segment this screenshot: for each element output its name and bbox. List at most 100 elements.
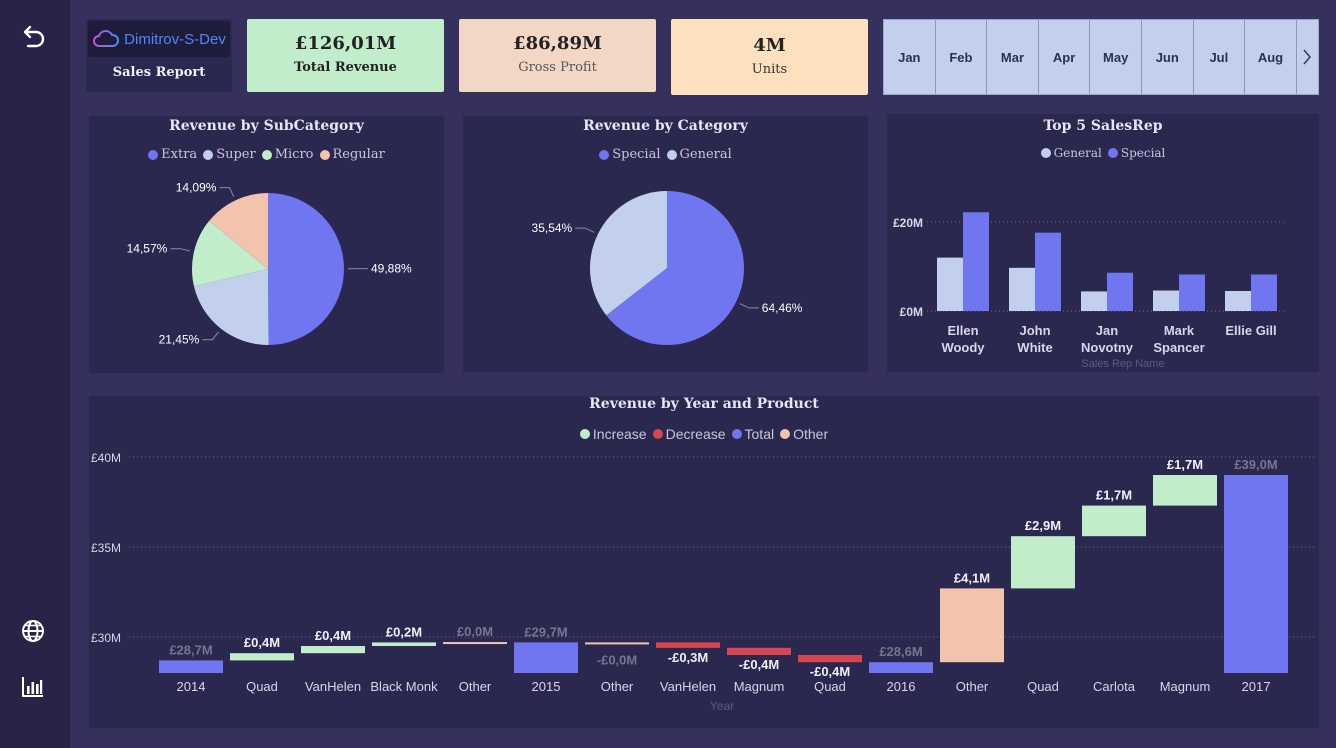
- bar-general[interactable]: [1009, 267, 1035, 311]
- x-tick-label: Magnum: [734, 679, 785, 694]
- globe-icon[interactable]: [18, 616, 48, 646]
- waterfall-bar[interactable]: [1224, 475, 1288, 673]
- x-tick-label: Mark: [1164, 323, 1195, 338]
- waterfall-bar[interactable]: [940, 588, 1004, 663]
- waterfall-bar[interactable]: [230, 653, 294, 661]
- category-panel: Revenue by Category Special General 64,4…: [463, 116, 868, 372]
- waterfall-bar[interactable]: [656, 642, 720, 648]
- x-tick-label: 2015: [532, 679, 561, 694]
- pie-slice[interactable]: [268, 193, 345, 345]
- waterfall-bar[interactable]: [514, 642, 578, 673]
- bar-special[interactable]: [1179, 274, 1205, 311]
- salesrep-panel: Top 5 SalesRep General Special £0M £20M El…: [887, 114, 1319, 372]
- x-tick-label: Ellie Gill: [1225, 323, 1276, 338]
- x-axis-title: Sales Rep Name: [1081, 358, 1164, 370]
- pie-leader-line: [575, 227, 595, 233]
- logo: Dimitrov-S-Dev: [88, 21, 230, 57]
- kpi-label: Total Revenue: [294, 60, 397, 75]
- category-pie-chart[interactable]: 64,46% 35,54%: [463, 116, 868, 372]
- waterfall-bar[interactable]: [1153, 475, 1217, 506]
- x-tick-label: VanHelen: [305, 679, 361, 694]
- waterfall-data-label: -£0,4M: [739, 657, 779, 672]
- waterfall-data-label: £28,6M: [879, 644, 922, 659]
- report-title: Sales Report: [112, 65, 206, 80]
- pie-data-label: 64,46%: [762, 301, 803, 315]
- brand-name: Dimitrov-S-Dev: [124, 30, 226, 48]
- waterfall-data-label: £2,9M: [1025, 518, 1061, 533]
- month-feb[interactable]: Feb: [936, 20, 988, 94]
- bar-special[interactable]: [1251, 274, 1277, 311]
- month-apr[interactable]: Apr: [1039, 20, 1091, 94]
- waterfall-panel: Revenue by Year and Product Increase Dec…: [89, 396, 1319, 728]
- waterfall-data-label: -£0,4M: [810, 664, 850, 679]
- pie-data-label: 35,54%: [532, 221, 573, 235]
- waterfall-bar[interactable]: [443, 642, 507, 645]
- subcategory-pie-chart[interactable]: 49,88% 21,45% 14,57% 14,09%: [89, 116, 444, 373]
- month-mar[interactable]: Mar: [987, 20, 1039, 94]
- y-tick-label: £20M: [893, 216, 923, 230]
- waterfall-bar[interactable]: [727, 647, 791, 655]
- x-tick-label: White: [1017, 340, 1052, 355]
- waterfall-data-label: -£0,0M: [597, 652, 637, 667]
- waterfall-data-label: £0,0M: [457, 624, 493, 639]
- x-tick-label: VanHelen: [660, 679, 716, 694]
- x-axis-title: Year: [710, 699, 734, 713]
- kpi-value: 4M: [753, 35, 786, 56]
- month-jun[interactable]: Jun: [1142, 20, 1194, 94]
- x-tick-label: Other: [459, 679, 492, 694]
- waterfall-data-label: £29,7M: [524, 624, 567, 639]
- month-slicer: Jan Feb Mar Apr May Jun Jul Aug: [883, 19, 1319, 95]
- x-tick-label: John: [1019, 323, 1050, 338]
- pie-data-label: 14,09%: [176, 181, 217, 195]
- month-may[interactable]: May: [1090, 20, 1142, 94]
- pie-leader-line: [219, 187, 235, 197]
- pie-data-label: 21,45%: [159, 333, 200, 347]
- bar-chart-icon[interactable]: [18, 672, 48, 702]
- y-tick-label: £0M: [900, 305, 923, 319]
- waterfall-bar[interactable]: [159, 660, 223, 673]
- x-tick-label: Magnum: [1160, 679, 1211, 694]
- pie-leader-line: [170, 248, 191, 252]
- x-tick-label: Other: [956, 679, 989, 694]
- bar-general[interactable]: [937, 257, 963, 311]
- waterfall-bar[interactable]: [869, 662, 933, 673]
- kpi-total-revenue: £126,01M Total Revenue: [247, 19, 444, 92]
- waterfall-chart[interactable]: £30M £35M £40M £28,7M 2014 £0,4M Quad £0,4M VanH…: [89, 396, 1319, 728]
- waterfall-bar[interactable]: [585, 642, 649, 645]
- back-arrow-icon[interactable]: [18, 22, 48, 52]
- waterfall-bar[interactable]: [798, 655, 862, 663]
- waterfall-data-label: £1,7M: [1096, 488, 1132, 503]
- chevron-right-icon[interactable]: [1297, 20, 1318, 94]
- kpi-units: 4M Units: [671, 19, 868, 95]
- bar-general[interactable]: [1081, 291, 1107, 311]
- x-tick-label: Spancer: [1153, 340, 1204, 355]
- waterfall-bar[interactable]: [301, 646, 365, 654]
- month-aug[interactable]: Aug: [1245, 20, 1297, 94]
- pie-data-label: 14,57%: [127, 242, 168, 256]
- bar-special[interactable]: [1107, 272, 1133, 311]
- salesrep-bar-chart[interactable]: £0M £20M Ellen Woody John White Jan Novotny Mark…: [887, 114, 1319, 372]
- cloud-icon: [93, 30, 120, 47]
- pie-data-label: 49,88%: [371, 262, 412, 276]
- bar-general[interactable]: [1153, 290, 1179, 311]
- waterfall-data-label: £0,4M: [315, 628, 351, 643]
- waterfall-data-label: -£0,3M: [668, 650, 708, 665]
- x-tick-label: 2014: [177, 679, 206, 694]
- waterfall-data-label: £39,0M: [1234, 457, 1277, 472]
- kpi-gross-profit: £86,89M Gross Profit: [459, 19, 656, 92]
- waterfall-data-label: £1,7M: [1167, 457, 1203, 472]
- waterfall-bar[interactable]: [1011, 536, 1075, 589]
- waterfall-data-label: £28,7M: [169, 642, 212, 657]
- x-tick-label: Quad: [246, 679, 278, 694]
- x-tick-label: Ellen: [947, 323, 978, 338]
- pie-leader-line: [202, 331, 219, 341]
- waterfall-bar[interactable]: [1082, 505, 1146, 537]
- month-jan[interactable]: Jan: [884, 20, 936, 94]
- waterfall-bar[interactable]: [372, 642, 436, 646]
- kpi-value: £86,89M: [513, 33, 602, 54]
- bar-special[interactable]: [963, 212, 989, 311]
- month-jul[interactable]: Jul: [1194, 20, 1246, 94]
- waterfall-data-label: £0,2M: [386, 624, 422, 639]
- bar-general[interactable]: [1225, 290, 1251, 311]
- bar-special[interactable]: [1035, 232, 1061, 311]
